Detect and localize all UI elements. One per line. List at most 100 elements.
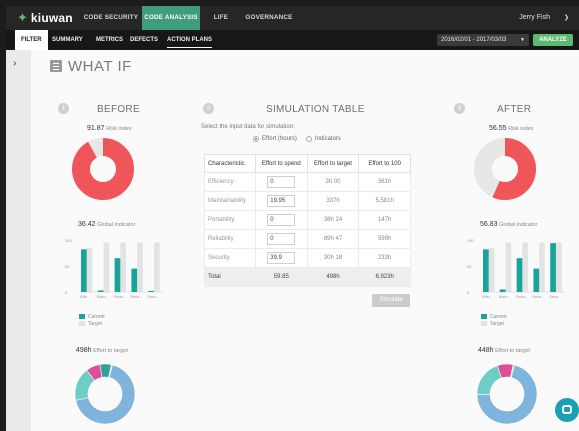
chevron-down-icon: ▼ bbox=[520, 37, 525, 43]
effort-100-cell: 5,581h bbox=[358, 191, 411, 211]
target-swatch bbox=[481, 321, 487, 327]
radio-indicators[interactable] bbox=[305, 136, 312, 142]
table-row: Security 39.9 30h 18 233h bbox=[204, 248, 411, 268]
before-legend: Current Target bbox=[79, 314, 105, 328]
before-global-label: Global indicator bbox=[97, 222, 136, 228]
y-tick-label: 50 bbox=[467, 264, 472, 269]
after-risk-index: 56.55 Risk index bbox=[489, 125, 533, 132]
radio-indicators-label[interactable]: Indicators bbox=[315, 136, 341, 142]
table-row: Portability 0 38h 24 147h bbox=[204, 210, 411, 230]
current-swatch bbox=[481, 314, 487, 320]
effort-to-spend-input[interactable]: 19.95 bbox=[267, 195, 296, 207]
before-global-indicator: 36.42 Global indicator bbox=[78, 221, 135, 228]
effort-spend-cell: 0 bbox=[254, 210, 308, 230]
characteristic-name: Reliability bbox=[204, 229, 256, 249]
effort-to-spend-input[interactable]: 0 bbox=[267, 233, 296, 245]
bar-target[interactable] bbox=[522, 242, 529, 292]
column-header: Effort to 100 bbox=[358, 154, 411, 173]
tab-metrics[interactable]: METRICS bbox=[96, 30, 123, 50]
expand-chevron-icon[interactable]: › bbox=[13, 58, 16, 69]
total-target: 498h bbox=[306, 267, 360, 287]
after-risk-value: 56.55 bbox=[489, 125, 507, 132]
effort-to-spend-input[interactable]: 0 bbox=[267, 176, 296, 188]
bar-current[interactable] bbox=[131, 268, 138, 292]
date-range-select[interactable]: 2016/02/01 - 2017/03/03 ▼ bbox=[437, 34, 529, 46]
characteristic-name: Efficiency bbox=[204, 172, 256, 192]
nav-code-security[interactable]: CODE SECURITY bbox=[83, 6, 139, 30]
y-tick-label: 50 bbox=[65, 264, 70, 269]
top-navbar: ✦ kiuwan CODE SECURITY CODE ANALYSIS LIF… bbox=[6, 6, 579, 45]
table-total-row: Total 59.85 498h 6,923h bbox=[204, 267, 411, 287]
chat-bubble-icon[interactable] bbox=[555, 398, 579, 422]
tab-filter[interactable]: FILTER bbox=[15, 30, 48, 50]
donut-slice[interactable] bbox=[476, 365, 502, 395]
user-name: Jerry Fish bbox=[519, 14, 550, 21]
bar-target[interactable] bbox=[86, 247, 93, 292]
nav-governance[interactable]: GOVERNANCE bbox=[244, 6, 294, 30]
bar-target[interactable] bbox=[505, 242, 512, 292]
user-menu[interactable]: Jerry Fish ❯ bbox=[519, 6, 569, 30]
effort-spend-cell: 19.95 bbox=[254, 191, 308, 211]
bar-current[interactable] bbox=[516, 258, 523, 292]
radio-effort-label[interactable]: Effort (hours) bbox=[262, 136, 297, 142]
bar-current[interactable] bbox=[148, 290, 154, 292]
y-tick-label: 100 bbox=[467, 238, 474, 243]
column-header: Characteristic bbox=[204, 154, 256, 173]
x-tick-label: Porta... bbox=[516, 295, 528, 299]
after-global-value: 56.83 bbox=[480, 221, 498, 228]
effort-100-cell: 233h bbox=[358, 248, 411, 268]
bar-target[interactable] bbox=[153, 242, 160, 292]
simulation-input-options: Effort (hours) Indicators bbox=[253, 136, 341, 142]
legend-current: Current bbox=[481, 314, 507, 321]
total-spend: 59.85 bbox=[254, 267, 308, 287]
bar-current[interactable] bbox=[483, 249, 489, 292]
bar-current[interactable] bbox=[533, 268, 540, 292]
bar-current[interactable] bbox=[97, 290, 104, 292]
tab-defects[interactable]: DEFECTS bbox=[130, 30, 158, 50]
nav-code-analysis[interactable]: CODE ANALYSIS bbox=[142, 6, 200, 30]
effort-100-cell: 361h bbox=[358, 172, 411, 192]
page-title: WHAT IF bbox=[68, 58, 132, 75]
target-swatch bbox=[79, 321, 85, 327]
tab-action-plans[interactable]: ACTION PLANS bbox=[167, 32, 212, 48]
x-tick-label: Secu... bbox=[147, 295, 159, 299]
effort-target-cell: 30h 18 bbox=[306, 248, 360, 268]
table-header-row: Characteristic Effort to spend Effort to… bbox=[204, 154, 411, 173]
y-tick-label: 100 bbox=[65, 238, 72, 243]
bar-current[interactable] bbox=[550, 243, 556, 292]
total-label: Total bbox=[204, 267, 256, 287]
legend-current-label: Current bbox=[490, 314, 507, 320]
step-number-simulation: 2 bbox=[203, 103, 214, 114]
bar-target[interactable] bbox=[539, 242, 545, 292]
effort-spend-cell: 0 bbox=[254, 229, 308, 249]
before-risk-label: Risk index bbox=[106, 126, 132, 132]
after-global-bar-chart: 100 50 0 Effic... Main... Porta... Relia... Sec… bbox=[467, 238, 565, 299]
effort-to-spend-input[interactable]: 39.9 bbox=[267, 252, 296, 264]
logo-text: kiuwan bbox=[30, 11, 73, 25]
simulate-button[interactable]: Simulate bbox=[372, 294, 410, 307]
after-effort-label: Effort to target bbox=[495, 348, 530, 354]
bar-current[interactable] bbox=[81, 249, 87, 292]
before-title: BEFORE bbox=[97, 104, 140, 115]
date-range-value: 2016/02/01 - 2017/03/03 bbox=[441, 37, 507, 43]
radio-effort[interactable] bbox=[253, 136, 259, 142]
bar-target[interactable] bbox=[120, 242, 127, 292]
bar-target[interactable] bbox=[488, 247, 495, 292]
bar-current[interactable] bbox=[114, 258, 121, 292]
logo[interactable]: ✦ kiuwan bbox=[17, 11, 73, 26]
x-tick-label: Main... bbox=[97, 295, 108, 299]
table-row: Efficiency 0 3h 00 361h bbox=[204, 172, 411, 192]
tab-summary[interactable]: SUMMARY bbox=[52, 30, 83, 50]
before-risk-ring-value bbox=[72, 138, 134, 200]
nav-life-cycle[interactable]: LIFE CYCLE bbox=[202, 6, 240, 45]
chevron-down-icon: ❯ bbox=[563, 15, 569, 21]
analyze-button[interactable]: ANALYZE bbox=[533, 34, 573, 46]
x-tick-label: Relia... bbox=[532, 295, 544, 299]
bar-target[interactable] bbox=[137, 242, 143, 292]
bar-target[interactable] bbox=[103, 242, 110, 292]
bar-target[interactable] bbox=[555, 242, 562, 292]
bar-current[interactable] bbox=[499, 289, 506, 292]
x-tick-label: Secu... bbox=[549, 295, 561, 299]
effort-to-spend-input[interactable]: 0 bbox=[267, 214, 296, 226]
before-global-bar-chart: 100 50 0 Effic... Main... Porta... Relia... Sec… bbox=[65, 238, 163, 299]
